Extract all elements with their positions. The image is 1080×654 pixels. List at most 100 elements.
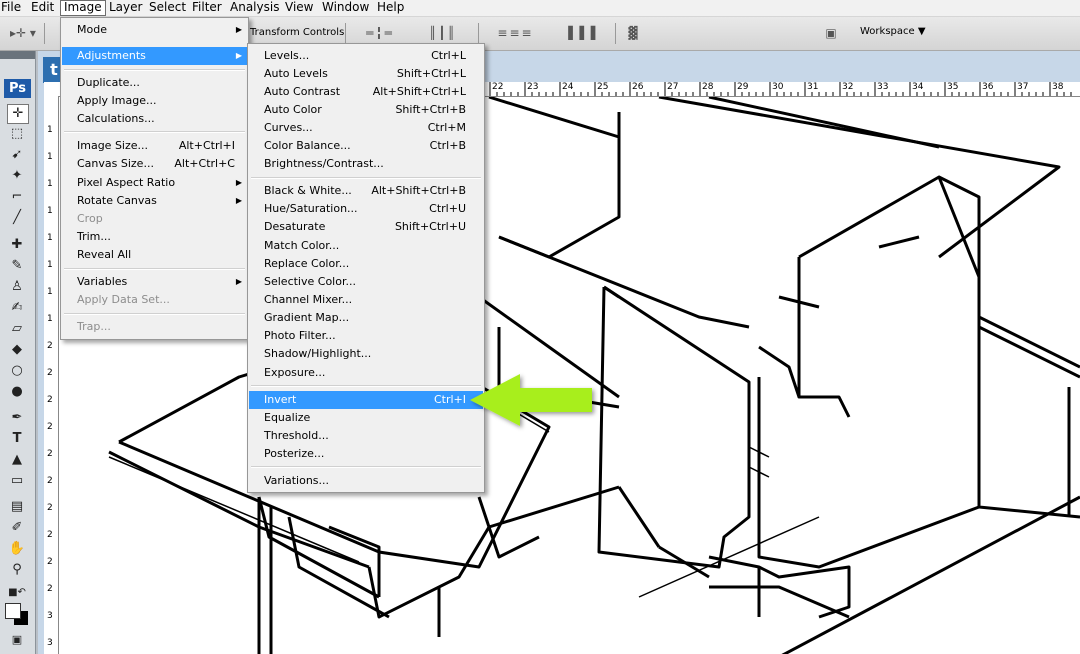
menu-item-canvas-size[interactable]: Canvas Size... Alt+Ctrl+C bbox=[62, 155, 247, 173]
menu-item-match-color[interactable]: Match Color... bbox=[249, 237, 483, 255]
move-tool-preset-icon[interactable]: ▸✛ ▾ bbox=[8, 26, 38, 40]
slice-tool-icon[interactable]: ╱ bbox=[7, 209, 27, 227]
align-top-icons[interactable]: ═╏═ bbox=[355, 26, 405, 40]
pen-tool-icon[interactable]: ✒ bbox=[7, 409, 27, 427]
menu-item-posterize[interactable]: Posterize... bbox=[249, 445, 483, 463]
menu-layer[interactable]: Layer bbox=[109, 0, 142, 16]
paint-bucket-tool-icon[interactable]: ◆ bbox=[7, 341, 27, 359]
menu-item-auto-levels[interactable]: Auto Levels Shift+Ctrl+L bbox=[249, 65, 483, 83]
vruler-number: 1 bbox=[47, 287, 53, 297]
brush-tool-icon[interactable]: ✎ bbox=[7, 257, 27, 275]
menu-item-equalize[interactable]: Equalize bbox=[249, 409, 483, 427]
menu-help[interactable]: Help bbox=[377, 0, 404, 16]
path-selection-tool-icon[interactable]: ▲ bbox=[7, 451, 27, 469]
menu-bar: File Edit Image Layer Select Filter Anal… bbox=[0, 0, 1080, 17]
menu-analysis[interactable]: Analysis bbox=[230, 0, 279, 16]
menu-item-reveal-all[interactable]: Reveal All bbox=[62, 246, 247, 264]
menu-item-threshold[interactable]: Threshold... bbox=[249, 427, 483, 445]
menu-item-replace-color[interactable]: Replace Color... bbox=[249, 255, 483, 273]
blur-tool-icon[interactable]: ○ bbox=[7, 362, 27, 380]
healing-brush-tool-icon[interactable]: ✚ bbox=[7, 236, 27, 254]
eyedropper-tool-icon[interactable]: ✐ bbox=[7, 519, 27, 537]
menu-item-photo-filter[interactable]: Photo Filter... bbox=[249, 327, 483, 345]
foreground-color-swatch[interactable] bbox=[5, 603, 21, 619]
crop-tool-icon[interactable]: ⌐ bbox=[7, 188, 27, 206]
vruler-number: 1 bbox=[47, 314, 53, 324]
menu-file[interactable]: File bbox=[1, 0, 21, 16]
menu-item-gradient-map[interactable]: Gradient Map... bbox=[249, 309, 483, 327]
menu-item-curves[interactable]: Curves... Ctrl+M bbox=[249, 119, 483, 137]
menu-item-exposure[interactable]: Exposure... bbox=[249, 364, 483, 382]
default-colors-icon[interactable]: ■↶ bbox=[7, 584, 27, 602]
menu-item-invert[interactable]: Invert Ctrl+I bbox=[249, 391, 483, 409]
vruler-number: 1 bbox=[47, 206, 53, 216]
menu-item-channel-mixer[interactable]: Channel Mixer... bbox=[249, 291, 483, 309]
menu-image[interactable]: Image bbox=[60, 0, 106, 16]
notes-tool-icon[interactable]: ▤ bbox=[7, 498, 27, 516]
vruler-number: 2 bbox=[47, 584, 53, 594]
lasso-tool-icon[interactable]: ➹ bbox=[7, 146, 27, 164]
vruler-number: 2 bbox=[47, 557, 53, 567]
menu-item-variations[interactable]: Variations... bbox=[249, 472, 483, 490]
dodge-tool-icon[interactable]: ● bbox=[7, 383, 27, 401]
adjustments-submenu: Levels... Ctrl+L Auto Levels Shift+Ctrl+L … bbox=[247, 43, 485, 493]
menu-item-black-white[interactable]: Black & White... Alt+Shift+Ctrl+B bbox=[249, 182, 483, 200]
menu-edit[interactable]: Edit bbox=[31, 0, 54, 16]
auto-align-icon[interactable]: ▓ bbox=[624, 26, 642, 40]
menu-item-calculations[interactable]: Calculations... bbox=[62, 110, 247, 128]
menu-item-apply-image[interactable]: Apply Image... bbox=[62, 92, 247, 110]
rectangle-tool-icon[interactable]: ▭ bbox=[7, 472, 27, 490]
menu-item-brightness-contrast[interactable]: Brightness/Contrast... bbox=[249, 155, 483, 173]
menu-item-variables[interactable]: Variables ▶ bbox=[62, 273, 247, 291]
menu-item-hue-saturation[interactable]: Hue/Saturation... Ctrl+U bbox=[249, 200, 483, 218]
type-tool-icon[interactable]: T bbox=[7, 430, 27, 448]
menu-select[interactable]: Select bbox=[149, 0, 186, 16]
toolbox: Ps ✛ ⬚ ➹ ✦ ⌐ ╱ ✚ ✎ ♙ ✍ ▱ ◆ ○ ● ✒ T ▲ ▭ ▤… bbox=[0, 51, 36, 654]
menu-item-levels[interactable]: Levels... Ctrl+L bbox=[249, 47, 483, 65]
transform-controls-label[interactable]: Transform Controls bbox=[250, 27, 344, 38]
quick-selection-tool-icon[interactable]: ✦ bbox=[7, 167, 27, 185]
vruler-number: 2 bbox=[47, 449, 53, 459]
vruler-number: 3 bbox=[47, 638, 53, 648]
vertical-ruler[interactable]: 1 1 1 1 1 1 1 1 2 2 2 2 2 2 2 2 2 2 3 3 bbox=[44, 96, 59, 654]
vruler-number: 1 bbox=[47, 233, 53, 243]
menu-item-trap: Trap... bbox=[77, 320, 111, 333]
menu-item-pixel-aspect-ratio[interactable]: Pixel Aspect Ratio ▶ bbox=[62, 174, 247, 192]
menu-item-shadow-highlight[interactable]: Shadow/Highlight... bbox=[249, 345, 483, 363]
menu-item-mode[interactable]: Mode ▶ bbox=[62, 21, 247, 39]
move-tool-icon[interactable]: ✛ bbox=[7, 104, 29, 124]
menu-item-trim[interactable]: Trim... bbox=[62, 228, 247, 246]
workspace-icon[interactable]: ▣ bbox=[820, 26, 842, 40]
hand-tool-icon[interactable]: ✋ bbox=[7, 540, 27, 558]
menu-window[interactable]: Window bbox=[322, 0, 369, 16]
menu-item-auto-contrast[interactable]: Auto Contrast Alt+Shift+Ctrl+L bbox=[249, 83, 483, 101]
image-menu: Mode ▶ Adjustments ▶ Duplicate... Apply Im… bbox=[60, 17, 249, 340]
menu-item-desaturate[interactable]: Desaturate Shift+Ctrl+U bbox=[249, 218, 483, 236]
menu-item-color-balance[interactable]: Color Balance... Ctrl+B bbox=[249, 137, 483, 155]
history-brush-tool-icon[interactable]: ✍ bbox=[7, 299, 27, 317]
vruler-number: 2 bbox=[47, 476, 53, 486]
menu-item-selective-color[interactable]: Selective Color... bbox=[249, 273, 483, 291]
eraser-tool-icon[interactable]: ▱ bbox=[7, 320, 27, 338]
vruler-number: 1 bbox=[47, 152, 53, 162]
menu-view[interactable]: View bbox=[285, 0, 313, 16]
align-left-icons[interactable]: ║┃║ bbox=[418, 26, 468, 40]
menu-item-image-size[interactable]: Image Size... Alt+Ctrl+I bbox=[62, 137, 247, 155]
menu-item-duplicate[interactable]: Duplicate... bbox=[62, 74, 247, 92]
ps-logo: Ps bbox=[4, 79, 31, 98]
marquee-tool-icon[interactable]: ⬚ bbox=[7, 125, 27, 143]
menu-item-auto-color[interactable]: Auto Color Shift+Ctrl+B bbox=[249, 101, 483, 119]
toolbox-grip[interactable] bbox=[0, 51, 35, 59]
zoom-tool-icon[interactable]: ⚲ bbox=[7, 561, 27, 579]
vruler-number: 2 bbox=[47, 395, 53, 405]
workspace-menu[interactable]: Workspace ▼ bbox=[860, 26, 926, 37]
vruler-number: 1 bbox=[47, 125, 53, 135]
clone-stamp-tool-icon[interactable]: ♙ bbox=[7, 278, 27, 296]
distribute-horizontal-icons[interactable]: ▐▐▐ bbox=[553, 26, 608, 40]
pointer-arrow-icon bbox=[470, 374, 592, 426]
quick-mask-icon[interactable]: ▣ bbox=[7, 631, 27, 649]
menu-filter[interactable]: Filter bbox=[192, 0, 222, 16]
distribute-vertical-icons[interactable]: ≡≡≡ bbox=[488, 26, 543, 40]
menu-item-rotate-canvas[interactable]: Rotate Canvas ▶ bbox=[62, 192, 247, 210]
menu-item-adjustments[interactable]: Adjustments ▶ bbox=[62, 47, 247, 65]
